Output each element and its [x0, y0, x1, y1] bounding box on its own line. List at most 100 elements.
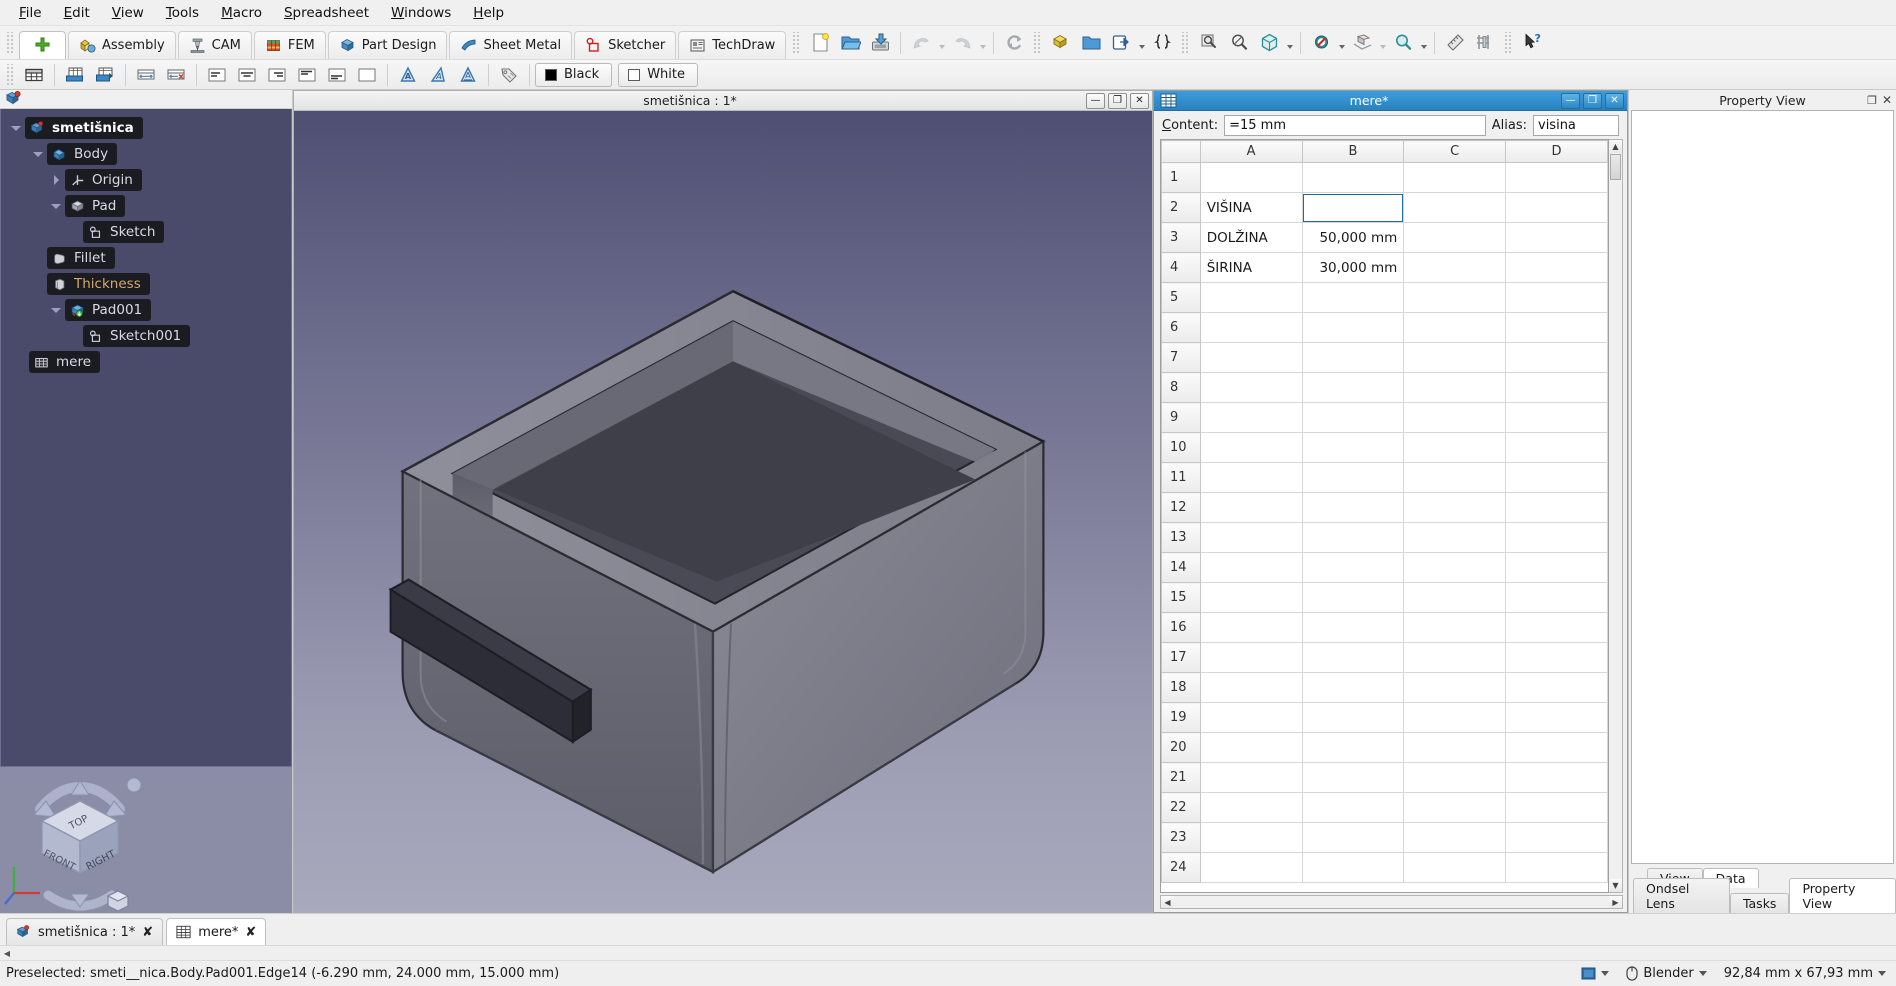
- close-button[interactable]: ✕: [1130, 92, 1149, 109]
- axonometric-dropdown-caret[interactable]: [1284, 29, 1295, 57]
- cell-b11[interactable]: [1301, 462, 1405, 493]
- workbench-tab-techdraw[interactable]: TechDraw: [678, 31, 787, 59]
- redo-dropdown-caret[interactable]: [977, 29, 988, 57]
- cell-d3[interactable]: [1505, 222, 1608, 253]
- row-header[interactable]: 8: [1161, 372, 1201, 403]
- row-header[interactable]: 6: [1161, 312, 1201, 343]
- scroll-left-arrow[interactable]: ◀: [0, 947, 14, 960]
- alias-input[interactable]: visina: [1533, 114, 1619, 136]
- table-row[interactable]: 17: [1161, 642, 1608, 673]
- row-header[interactable]: 16: [1161, 612, 1201, 643]
- cell-c22[interactable]: [1403, 792, 1507, 823]
- expand-collapse-arrow[interactable]: [7, 119, 25, 137]
- align-vcenter-button[interactable]: [352, 61, 382, 89]
- clipping-plane-dropdown-caret[interactable]: [1377, 29, 1388, 57]
- cell-d14[interactable]: [1505, 552, 1608, 583]
- caliper-button[interactable]: [1470, 29, 1500, 57]
- cell-a21[interactable]: [1199, 762, 1303, 793]
- row-header[interactable]: 17: [1161, 642, 1201, 673]
- row-header[interactable]: 18: [1161, 672, 1201, 703]
- row-header[interactable]: 9: [1161, 402, 1201, 433]
- split-cell-button[interactable]: [161, 61, 191, 89]
- cell-c5[interactable]: [1403, 282, 1507, 313]
- cell-a3[interactable]: DOLŽINA: [1199, 222, 1303, 253]
- row-header[interactable]: 5: [1161, 282, 1201, 313]
- save-document-button[interactable]: [865, 29, 895, 57]
- menu-item-spreadsheet[interactable]: Spreadsheet: [273, 2, 380, 24]
- cell-d20[interactable]: [1505, 732, 1608, 763]
- table-row[interactable]: 3 DOLŽINA 50,000 mm: [1161, 222, 1608, 253]
- clipping-plane-button[interactable]: [1347, 29, 1377, 57]
- cell-d6[interactable]: [1505, 312, 1608, 343]
- cell-c1[interactable]: [1403, 162, 1507, 193]
- fit-selection-button[interactable]: [1194, 29, 1224, 57]
- tab-ondsel-lens[interactable]: Ondsel Lens: [1633, 878, 1730, 913]
- expression-button[interactable]: [1147, 29, 1177, 57]
- expand-collapse-arrow[interactable]: [29, 145, 47, 163]
- open-document-button[interactable]: [835, 29, 865, 57]
- table-row[interactable]: 5: [1161, 282, 1608, 313]
- cell-c11[interactable]: [1403, 462, 1507, 493]
- menu-item-tools[interactable]: Tools: [155, 2, 210, 24]
- cell-b7[interactable]: [1301, 342, 1405, 373]
- minimize-button[interactable]: —: [1086, 92, 1105, 109]
- cell-c8[interactable]: [1403, 372, 1507, 403]
- row-header[interactable]: 1: [1161, 162, 1201, 193]
- cell-d21[interactable]: [1505, 762, 1608, 793]
- expand-collapse-arrow[interactable]: [47, 301, 65, 319]
- cell-c9[interactable]: [1403, 402, 1507, 433]
- row-header[interactable]: 14: [1161, 552, 1201, 583]
- chevron-down-icon[interactable]: [1698, 971, 1707, 976]
- menu-item-macro[interactable]: Macro: [210, 2, 273, 24]
- align-left-button[interactable]: [202, 61, 232, 89]
- dimension-indicator[interactable]: 92,84 mm x 67,93 mm: [1720, 965, 1890, 982]
- spreadsheet-vertical-scrollbar[interactable]: ▲ ▼: [1609, 139, 1623, 893]
- foreground-color-button[interactable]: Black: [535, 62, 613, 87]
- table-row[interactable]: 23: [1161, 822, 1608, 853]
- cell-a12[interactable]: [1199, 492, 1303, 523]
- toolbar-grip-spreadsheet[interactable]: [6, 63, 15, 86]
- toolbar-grip-view[interactable]: [1181, 31, 1191, 54]
- cell-a2[interactable]: VIŠINA: [1199, 192, 1303, 223]
- menu-item-help[interactable]: Help: [462, 2, 515, 24]
- cell-d16[interactable]: [1505, 612, 1608, 643]
- cell-b5[interactable]: [1301, 282, 1405, 313]
- cell-d5[interactable]: [1505, 282, 1608, 313]
- cell-a24[interactable]: [1199, 852, 1303, 883]
- row-header[interactable]: 3: [1161, 222, 1201, 253]
- zoom-box-dropdown-caret[interactable]: [1418, 29, 1429, 57]
- cell-c2[interactable]: [1403, 192, 1507, 223]
- table-row[interactable]: 7: [1161, 342, 1608, 373]
- table-row[interactable]: 2 VIŠINA 15,000 mm: [1161, 192, 1608, 223]
- cell-c21[interactable]: [1403, 762, 1507, 793]
- menu-item-file[interactable]: File: [8, 2, 53, 24]
- cell-d17[interactable]: [1505, 642, 1608, 673]
- cell-c19[interactable]: [1403, 702, 1507, 733]
- cell-c13[interactable]: [1403, 522, 1507, 553]
- cell-d9[interactable]: [1505, 402, 1608, 433]
- cell-d19[interactable]: [1505, 702, 1608, 733]
- cell-a20[interactable]: [1199, 732, 1303, 763]
- cell-d22[interactable]: [1505, 792, 1608, 823]
- table-row[interactable]: 21: [1161, 762, 1608, 793]
- maximize-button[interactable]: ❐: [1583, 92, 1602, 109]
- cell-b1[interactable]: [1301, 162, 1405, 193]
- tree-item-body[interactable]: Body: [1, 141, 291, 167]
- tree-item-mere[interactable]: mere: [1, 349, 291, 375]
- maximize-button[interactable]: ❐: [1108, 92, 1127, 109]
- cell-d10[interactable]: [1505, 432, 1608, 463]
- align-center-button[interactable]: [232, 61, 262, 89]
- cell-b3[interactable]: 50,000 mm: [1301, 222, 1405, 253]
- redo-button[interactable]: [947, 29, 977, 57]
- cell-a7[interactable]: [1199, 342, 1303, 373]
- workbench-tab-cam[interactable]: CAM: [177, 31, 252, 59]
- tree-item-pad001[interactable]: Pad001: [1, 297, 291, 323]
- cell-d15[interactable]: [1505, 582, 1608, 613]
- row-header[interactable]: 20: [1161, 732, 1201, 763]
- toolbar-grip-file[interactable]: [792, 31, 802, 54]
- property-grid[interactable]: [1631, 110, 1894, 864]
- close-icon[interactable]: ✕: [1882, 93, 1892, 107]
- row-header[interactable]: 10: [1161, 432, 1201, 463]
- cell-b19[interactable]: [1301, 702, 1405, 733]
- float-button[interactable]: ❐: [1867, 94, 1877, 107]
